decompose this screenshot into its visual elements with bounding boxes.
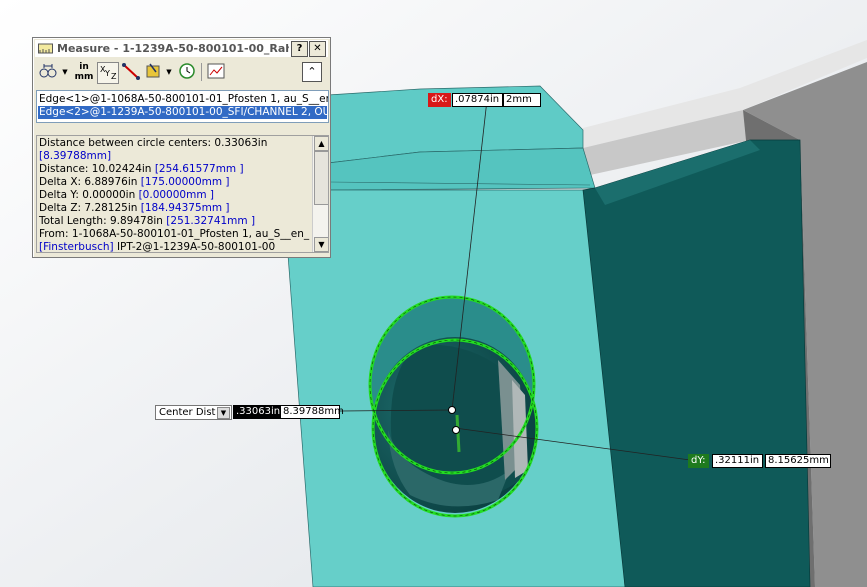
measure-window: Measure - 1-1239A-50-800101-00_Rah... ? …	[32, 37, 331, 258]
delta-y-mm: [0.00000mm ]	[138, 189, 214, 201]
result-center-distance-mm: [8.39788mm]	[39, 150, 112, 162]
center-distance-selected: Center Dist	[159, 407, 216, 418]
scroll-thumb[interactable]	[314, 151, 328, 205]
distance-inch: Distance: 10.02424in	[39, 163, 155, 175]
measure-toolbar: ▼ in mm X Y Z ▼ ⌃	[35, 59, 328, 85]
results-scrollbar[interactable]: ▲ ▼	[312, 136, 328, 252]
selection-item-selected[interactable]: Edge<2>@1-1239A-50-800101-00_SFI/CHANNEL…	[38, 106, 328, 119]
result-distance: Distance: 10.02424in [254.61577mm ]	[39, 163, 244, 176]
delta-z-mm: [184.94375mm ]	[140, 202, 230, 214]
delta-x-mm: [175.00000mm ]	[140, 176, 230, 188]
result-from-continued: [Finsterbusch] IPT-2@1-1239A-50-800101-0…	[39, 241, 276, 253]
selection-list[interactable]: Edge<1>@1-1068A-50-800101-01_Pfosten 1, …	[36, 90, 329, 123]
dx-mm-value: 2mm	[503, 93, 541, 107]
chart-sensor-icon	[207, 63, 225, 79]
measure-title-bar[interactable]: Measure - 1-1239A-50-800101-00_Rah... ? …	[35, 40, 328, 57]
dx-callout: dX: .07874in 2mm	[428, 93, 541, 107]
delta-y-inch: Delta Y: 0.00000in	[39, 189, 139, 201]
help-button[interactable]: ?	[291, 41, 308, 57]
svg-text:Y: Y	[104, 69, 110, 78]
arc-options-dropdown[interactable]: ▼	[61, 62, 69, 82]
configuration-link[interactable]: [Finsterbusch]	[39, 241, 114, 252]
window-title: Measure - 1-1239A-50-800101-00_Rah...	[57, 42, 289, 55]
total-length-mm: [251.32741mm ]	[166, 215, 256, 227]
clock-history-icon	[179, 63, 195, 79]
measure-icon	[38, 43, 53, 54]
scroll-up-icon[interactable]: ▲	[314, 136, 328, 151]
arc-circle-icon	[39, 64, 57, 78]
dy-mm-value: 8.15625mm	[765, 454, 831, 468]
arc-circle-measure-button[interactable]	[38, 62, 60, 82]
result-from: From: 1-1068A-50-800101-01_Pfosten 1, au…	[39, 228, 310, 240]
dy-callout: dY: .32111in 8.15625mm	[688, 454, 834, 468]
result-delta-x: Delta X: 6.88976in [175.00000mm ]	[39, 176, 230, 189]
scroll-down-icon[interactable]: ▼	[314, 237, 328, 252]
distance-mm: [254.61577mm ]	[154, 163, 244, 175]
delta-x-inch: Delta X: 6.88976in	[39, 176, 141, 188]
selection-item[interactable]: Edge<1>@1-1068A-50-800101-01_Pfosten 1, …	[39, 93, 328, 106]
dy-label: dY:	[688, 454, 709, 468]
collapse-chevron-icon: ⌃	[307, 65, 317, 78]
center-mm-value: 8.39788mm	[280, 405, 344, 419]
collapse-button[interactable]: ⌃	[302, 62, 322, 82]
units-inch-label: in	[79, 62, 89, 72]
projection-icon	[146, 63, 160, 78]
center-inch-value: .33063in	[233, 405, 281, 419]
dx-label: dX:	[428, 93, 451, 107]
xyz-icon: X Y Z	[100, 65, 117, 81]
delta-z-inch: Delta Z: 7.28125in	[39, 202, 141, 214]
close-button[interactable]: ✕	[309, 41, 326, 57]
xyz-measure-button[interactable]: X Y Z	[97, 62, 119, 84]
results-panel[interactable]: Distance between circle centers: 0.33063…	[36, 135, 329, 253]
result-delta-y: Delta Y: 0.00000in [0.00000mm ]	[39, 189, 214, 202]
sensor-button[interactable]	[206, 62, 226, 82]
center-distance-callout: .33063in 8.39788mm	[233, 405, 344, 419]
toolbar-separator	[201, 63, 202, 81]
result-delta-z: Delta Z: 7.28125in [184.94375mm ]	[39, 202, 230, 215]
dx-inch-value: .07874in	[452, 93, 503, 107]
total-length-inch: Total Length: 9.89478in	[39, 215, 167, 227]
units-mm-label: mm	[74, 72, 94, 82]
point-to-point-icon	[122, 63, 140, 80]
projection-options-dropdown[interactable]: ▼	[165, 62, 173, 82]
projected-on-button[interactable]	[144, 62, 164, 82]
svg-text:Z: Z	[111, 72, 117, 81]
dy-inch-value: .32111in	[712, 454, 763, 468]
from-part-reference: IPT-2@1-1239A-50-800101-00	[113, 241, 276, 253]
dropdown-arrow-icon[interactable]: ▼	[217, 407, 230, 419]
result-center-distance: Distance between circle centers: 0.33063…	[39, 137, 268, 149]
center-distance-dropdown[interactable]: Center Dist ▼	[155, 405, 232, 420]
units-button[interactable]: in mm	[73, 62, 95, 82]
point-to-point-button[interactable]	[121, 62, 141, 82]
result-total-length: Total Length: 9.89478in [251.32741mm ]	[39, 215, 255, 228]
history-button[interactable]	[177, 62, 197, 82]
